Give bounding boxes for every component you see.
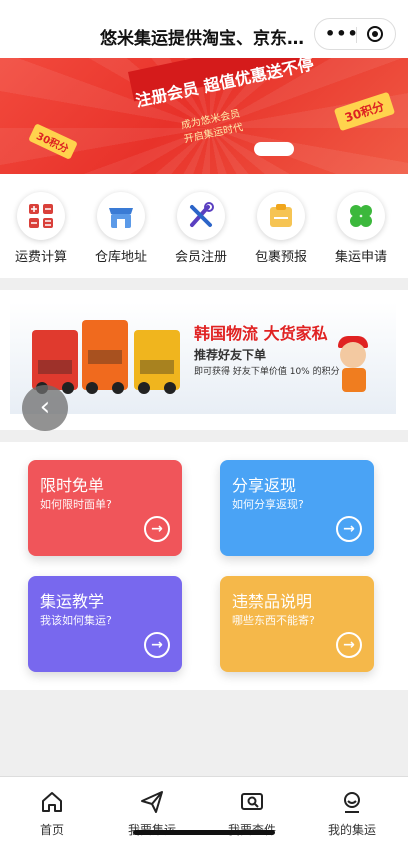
card-subtitle: 哪些东西不能寄? xyxy=(232,614,315,627)
card-title: 限时免单 xyxy=(40,476,105,495)
calculator-icon xyxy=(17,192,65,240)
user-icon xyxy=(344,792,360,813)
carousel-title: 韩国物流 大货家私 xyxy=(194,324,328,343)
entry-label: 运费计算 xyxy=(14,250,67,265)
entry-consolidation-apply[interactable]: 集运申请 xyxy=(326,192,396,265)
carousel-subtitle: 推荐好友下单 xyxy=(194,348,267,362)
card-share-cashback[interactable]: 分享返现 如何分享返现? → xyxy=(220,460,374,556)
entry-label: 仓库地址 xyxy=(94,250,147,265)
promo-banner[interactable]: 注册会员 超值优惠送不停 成为悠米会员 开启集运时代 30积分 30积分 xyxy=(0,58,408,174)
card-title: 集运教学 xyxy=(40,592,105,611)
entry-label: 会员注册 xyxy=(174,250,227,265)
card-title: 分享返现 xyxy=(232,476,297,495)
card-prohibited-items[interactable]: 违禁品说明 哪些东西不能寄? → xyxy=(220,576,374,672)
home-icon xyxy=(42,792,62,812)
capsule-divider xyxy=(356,27,357,43)
card-subtitle: 如何分享返现? xyxy=(232,498,304,511)
entry-package-forecast[interactable]: 包裹预报 xyxy=(246,192,316,265)
search-package-icon xyxy=(241,793,263,810)
truck-image xyxy=(32,330,78,394)
navigation-bar: 悠米集运提供淘宝、京东… ••• xyxy=(0,0,408,62)
mini-program-capsule: ••• xyxy=(314,18,396,50)
arrow-right-icon: → xyxy=(144,516,170,542)
store-icon xyxy=(97,192,145,240)
more-menu-button[interactable]: ••• xyxy=(325,24,358,43)
carousel-note: 即可获得 好友下单价值 10% 的积分 xyxy=(194,367,340,377)
feature-cards: 限时免单 如何限时面单? → 分享返现 如何分享返现? → 集运教学 我该如何集… xyxy=(0,442,408,690)
card-free-order[interactable]: 限时免单 如何限时面单? → xyxy=(28,460,182,556)
tab-label: 首页 xyxy=(39,823,64,837)
card-subtitle: 我该如何集运? xyxy=(40,614,112,627)
card-tutorial[interactable]: 集运教学 我该如何集运? → xyxy=(28,576,182,672)
truck-image xyxy=(82,320,128,394)
mascot-body xyxy=(342,368,366,392)
close-mini-program-button[interactable] xyxy=(367,26,383,42)
tab-mine[interactable]: 我的集运 xyxy=(312,789,392,838)
banner-button xyxy=(254,142,294,156)
mascot-face xyxy=(340,342,366,368)
home-indicator xyxy=(133,830,275,835)
card-title: 违禁品说明 xyxy=(232,592,313,611)
entry-label: 包裹预报 xyxy=(254,250,307,265)
clover-icon xyxy=(337,192,385,240)
entry-freight-calculator[interactable]: 运费计算 xyxy=(6,192,76,265)
arrow-right-icon: → xyxy=(144,632,170,658)
arrow-right-icon: → xyxy=(336,632,362,658)
package-icon xyxy=(257,192,305,240)
carousel-prev-button[interactable]: ‹ xyxy=(22,385,68,431)
arrow-right-icon: → xyxy=(336,516,362,542)
card-subtitle: 如何限时面单? xyxy=(40,498,112,511)
quick-entry-row: 运费计算 仓库地址 会员注册 包裹预报 集运申请 xyxy=(0,174,408,278)
send-icon xyxy=(141,791,163,813)
tab-label: 我的集运 xyxy=(327,823,376,837)
tools-icon xyxy=(177,192,225,240)
page-title: 悠米集运提供淘宝、京东… xyxy=(100,29,304,49)
entry-warehouse-address[interactable]: 仓库地址 xyxy=(86,192,156,265)
carousel-slide[interactable]: 韩国物流 大货家私 推荐好友下单 即可获得 好友下单价值 10% 的积分 xyxy=(10,302,396,414)
entry-member-register[interactable]: 会员注册 xyxy=(166,192,236,265)
tab-home[interactable]: 首页 xyxy=(12,789,92,838)
truck-image xyxy=(134,330,180,394)
entry-label: 集运申请 xyxy=(334,250,387,265)
